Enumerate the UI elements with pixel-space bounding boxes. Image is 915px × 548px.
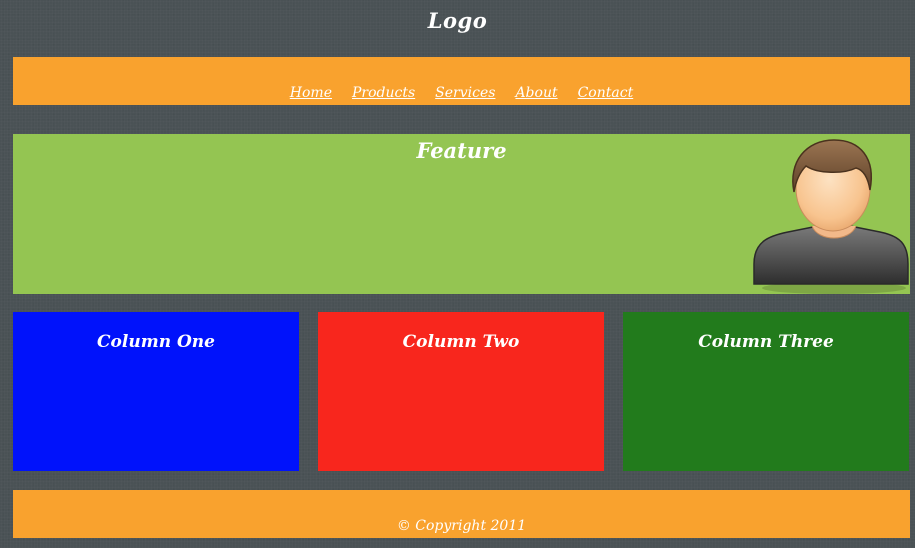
nav-bar: Home Products Services About Contact <box>13 57 910 105</box>
nav-link-contact[interactable]: Contact <box>578 85 634 101</box>
nav-link-home[interactable]: Home <box>290 85 332 101</box>
feature-section: Feature <box>13 134 910 294</box>
column-three: Column Three <box>623 312 909 471</box>
column-two: Column Two <box>318 312 604 471</box>
logo: Logo <box>427 8 488 33</box>
user-avatar-icon <box>753 139 909 294</box>
nav-link-products[interactable]: Products <box>352 85 415 101</box>
nav-links: Home Products Services About Contact <box>13 85 910 101</box>
footer: © Copyright 2011 <box>13 490 910 538</box>
copyright-text: © Copyright 2011 <box>396 518 527 534</box>
nav-link-services[interactable]: Services <box>435 85 495 101</box>
column-one-title: Column One <box>97 332 215 352</box>
column-two-title: Column Two <box>402 332 520 352</box>
column-one: Column One <box>13 312 299 471</box>
nav-link-about[interactable]: About <box>515 85 557 101</box>
column-three-title: Column Three <box>698 332 834 352</box>
